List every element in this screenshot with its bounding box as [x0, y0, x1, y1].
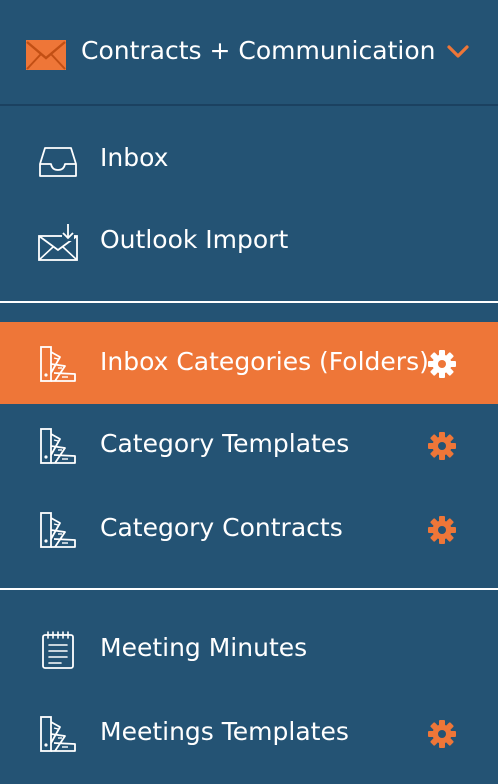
menu-item-meetings-templates[interactable]: Meetings Templates: [0, 692, 498, 774]
notepad-icon: [42, 631, 74, 669]
menu-item-inbox[interactable]: Inbox: [0, 118, 498, 200]
color-swatch-icon: [40, 716, 76, 752]
menu-item-label: Category Templates: [100, 429, 350, 458]
sidebar-panel: Contracts + Communication Inbox Outlook …: [0, 0, 498, 784]
menu-item-label: Category Contracts: [100, 513, 343, 542]
section-header[interactable]: Contracts + Communication: [0, 0, 498, 106]
section-divider: [0, 301, 498, 303]
menu-item-inbox-categories[interactable]: Inbox Categories (Folders): [0, 322, 498, 404]
envelope-icon: [26, 40, 66, 70]
color-swatch-icon: [40, 346, 76, 382]
chevron-down-icon[interactable]: [446, 42, 470, 62]
color-swatch-icon: [40, 512, 76, 548]
menu-item-label: Meetings Templates: [100, 717, 349, 746]
color-swatch-icon: [40, 428, 76, 464]
gear-icon[interactable]: [427, 349, 457, 379]
menu-item-category-templates[interactable]: Category Templates: [0, 404, 498, 486]
gear-icon[interactable]: [427, 431, 457, 461]
section-title: Contracts + Communication: [81, 36, 436, 65]
gear-icon[interactable]: [427, 515, 457, 545]
mail-import-icon: [38, 223, 78, 261]
menu-item-label: Inbox: [100, 143, 169, 172]
menu-item-meeting-minutes[interactable]: Meeting Minutes: [0, 608, 498, 690]
menu-item-category-contracts[interactable]: Category Contracts: [0, 488, 498, 570]
menu-item-label: Inbox Categories (Folders): [100, 347, 429, 376]
menu-item-outlook-import[interactable]: Outlook Import: [0, 200, 498, 282]
menu-item-label: Meeting Minutes: [100, 633, 308, 662]
inbox-tray-icon: [39, 147, 77, 177]
menu-item-label: Outlook Import: [100, 225, 289, 254]
section-divider: [0, 588, 498, 590]
gear-icon[interactable]: [427, 719, 457, 749]
